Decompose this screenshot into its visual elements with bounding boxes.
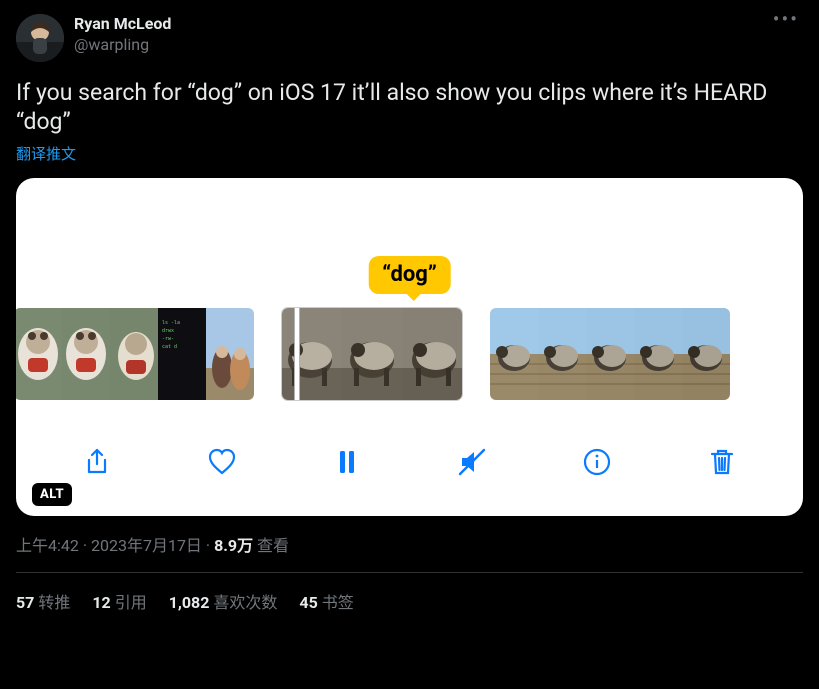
video-frame	[206, 308, 254, 400]
share-icon[interactable]	[79, 444, 115, 480]
video-frame	[62, 308, 110, 400]
tweet-time[interactable]: 上午4:42	[16, 536, 79, 555]
mute-icon[interactable]	[454, 444, 490, 480]
stat-likes[interactable]: 1,082喜欢次数	[169, 589, 278, 613]
svg-text:-rw-: -rw-	[162, 336, 174, 342]
views-label: 查看	[253, 536, 289, 555]
tweet-container: Ryan McLeod @warpling ••• If you search …	[0, 0, 819, 613]
video-filmstrip: ls -la drwx -rw-cat d	[16, 308, 803, 400]
svg-text:cat d: cat d	[162, 344, 177, 350]
trash-icon[interactable]	[704, 444, 740, 480]
playhead[interactable]	[294, 308, 300, 400]
video-frame	[490, 308, 538, 400]
author-names: Ryan McLeod @warpling	[74, 14, 759, 54]
clip-3[interactable]	[490, 308, 730, 400]
tweet-text: If you search for “dog” on iOS 17 it’ll …	[16, 78, 803, 137]
tweet-date[interactable]: 2023年7月17日	[91, 536, 202, 555]
svg-text:ls -la: ls -la	[162, 320, 180, 326]
video-frame	[110, 308, 158, 400]
video-frame	[538, 308, 586, 400]
svg-text:drwx: drwx	[162, 328, 174, 334]
video-frame	[682, 308, 730, 400]
tweet-media[interactable]: “dog” ls -la drwx -rw-cat d	[16, 178, 803, 516]
video-frame	[342, 308, 402, 400]
video-frame	[282, 308, 342, 400]
caption-bubble: “dog”	[368, 256, 451, 294]
clip-2[interactable]	[282, 308, 462, 400]
video-frame: ls -la drwx -rw-cat d	[158, 308, 206, 400]
avatar[interactable]	[16, 14, 64, 62]
clip-1[interactable]: ls -la drwx -rw-cat d	[16, 308, 254, 400]
video-frame	[634, 308, 682, 400]
stat-bookmarks[interactable]: 45书签	[299, 589, 353, 613]
heart-icon[interactable]	[204, 444, 240, 480]
stat-retweets[interactable]: 57转推	[16, 589, 70, 613]
more-icon[interactable]: •••	[769, 14, 803, 24]
video-frame	[16, 308, 62, 400]
author-handle[interactable]: @warpling	[74, 35, 759, 54]
translate-link[interactable]: 翻译推文	[16, 143, 803, 164]
stat-quotes[interactable]: 12引用	[92, 589, 146, 613]
video-frame	[586, 308, 634, 400]
tweet-header: Ryan McLeod @warpling •••	[16, 14, 803, 62]
alt-badge[interactable]: ALT	[32, 483, 72, 506]
info-icon[interactable]	[579, 444, 615, 480]
tweet-meta: 上午4:42 · 2023年7月17日 · 8.9万 查看	[16, 532, 803, 556]
views-count[interactable]: 8.9万	[214, 536, 253, 555]
author-display-name[interactable]: Ryan McLeod	[74, 14, 759, 35]
tweet-stats: 57转推 12引用 1,082喜欢次数 45书签	[16, 573, 803, 613]
video-frame	[402, 308, 462, 400]
media-toolbar	[16, 438, 803, 486]
pause-icon[interactable]	[329, 444, 365, 480]
